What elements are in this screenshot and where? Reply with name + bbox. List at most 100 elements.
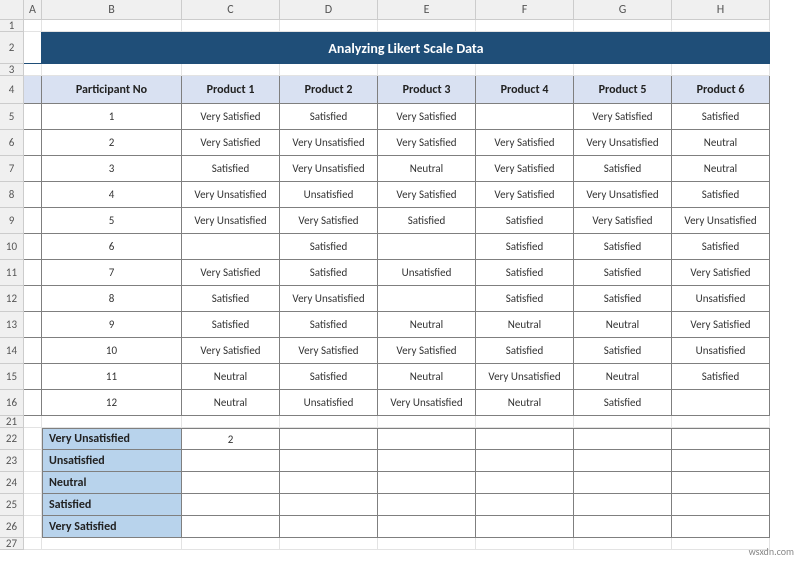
row-header-5[interactable]: 5: [0, 104, 24, 130]
summary-label[interactable]: Neutral: [42, 472, 182, 494]
column-header-H[interactable]: H: [672, 0, 770, 20]
table-cell[interactable]: Very Unsatisfied: [280, 286, 378, 312]
row-header-2[interactable]: 2: [0, 32, 24, 64]
column-header-A[interactable]: A: [24, 0, 42, 20]
table-cell[interactable]: Very Satisfied: [378, 338, 476, 364]
cell[interactable]: [24, 234, 42, 260]
column-header-F[interactable]: F: [476, 0, 574, 20]
cell[interactable]: [24, 364, 42, 390]
cell[interactable]: [378, 416, 476, 428]
row-header-24[interactable]: 24: [0, 472, 24, 494]
cell[interactable]: [24, 182, 42, 208]
table-cell[interactable]: Neutral: [378, 364, 476, 390]
cell[interactable]: [42, 416, 182, 428]
row-header-3[interactable]: 3: [0, 64, 24, 76]
cell[interactable]: [24, 156, 42, 182]
summary-value[interactable]: [574, 516, 672, 538]
table-header[interactable]: Product 2: [280, 76, 378, 104]
column-header-G[interactable]: G: [574, 0, 672, 20]
select-all-corner[interactable]: [0, 0, 24, 20]
table-cell[interactable]: [182, 234, 280, 260]
summary-value[interactable]: [280, 494, 378, 516]
table-cell[interactable]: Neutral: [378, 156, 476, 182]
summary-value[interactable]: [672, 428, 770, 450]
cell[interactable]: [476, 64, 574, 76]
table-cell[interactable]: Unsatisfied: [672, 338, 770, 364]
table-cell[interactable]: Very Satisfied: [378, 130, 476, 156]
row-header-11[interactable]: 11: [0, 260, 24, 286]
table-cell[interactable]: Very Satisfied: [378, 104, 476, 130]
summary-value[interactable]: [378, 450, 476, 472]
cell[interactable]: [24, 64, 42, 76]
row-header-21[interactable]: 21: [0, 416, 24, 428]
table-cell[interactable]: 9: [42, 312, 182, 338]
table-cell[interactable]: Very Unsatisfied: [378, 390, 476, 416]
table-cell[interactable]: Satisfied: [574, 234, 672, 260]
summary-value[interactable]: 2: [182, 428, 280, 450]
table-cell[interactable]: Neutral: [378, 312, 476, 338]
table-cell[interactable]: Neutral: [182, 390, 280, 416]
table-cell[interactable]: Satisfied: [280, 364, 378, 390]
row-header-9[interactable]: 9: [0, 208, 24, 234]
table-header[interactable]: Participant No: [42, 76, 182, 104]
table-cell[interactable]: Neutral: [574, 312, 672, 338]
table-cell[interactable]: Very Satisfied: [476, 130, 574, 156]
cell[interactable]: [182, 538, 280, 550]
summary-value[interactable]: [574, 450, 672, 472]
table-cell[interactable]: Satisfied: [476, 234, 574, 260]
table-cell[interactable]: Very Satisfied: [280, 208, 378, 234]
table-cell[interactable]: Neutral: [574, 364, 672, 390]
summary-value[interactable]: [378, 428, 476, 450]
summary-value[interactable]: [476, 428, 574, 450]
table-cell[interactable]: [476, 104, 574, 130]
cell[interactable]: [24, 428, 42, 450]
table-cell[interactable]: Very Satisfied: [476, 182, 574, 208]
cell[interactable]: [280, 64, 378, 76]
row-header-27[interactable]: 27: [0, 538, 24, 550]
row-header-16[interactable]: 16: [0, 390, 24, 416]
column-header-E[interactable]: E: [378, 0, 476, 20]
table-cell[interactable]: Very Satisfied: [672, 312, 770, 338]
table-cell[interactable]: Satisfied: [574, 338, 672, 364]
table-cell[interactable]: Neutral: [672, 130, 770, 156]
cell[interactable]: [24, 104, 42, 130]
row-header-7[interactable]: 7: [0, 156, 24, 182]
table-cell[interactable]: Very Satisfied: [182, 338, 280, 364]
cell[interactable]: [24, 450, 42, 472]
table-cell[interactable]: Unsatisfied: [672, 286, 770, 312]
row-header-8[interactable]: 8: [0, 182, 24, 208]
cell[interactable]: [24, 516, 42, 538]
row-header-10[interactable]: 10: [0, 234, 24, 260]
summary-value[interactable]: [476, 472, 574, 494]
row-header-26[interactable]: 26: [0, 516, 24, 538]
summary-value[interactable]: [182, 494, 280, 516]
table-cell[interactable]: Satisfied: [378, 208, 476, 234]
cell[interactable]: [280, 20, 378, 32]
summary-value[interactable]: [280, 428, 378, 450]
summary-value[interactable]: [280, 450, 378, 472]
table-cell[interactable]: Very Satisfied: [378, 182, 476, 208]
cell[interactable]: [24, 32, 42, 64]
table-cell[interactable]: Satisfied: [672, 364, 770, 390]
summary-value[interactable]: [574, 428, 672, 450]
cell[interactable]: [24, 390, 42, 416]
table-cell[interactable]: Very Satisfied: [672, 260, 770, 286]
cell[interactable]: [42, 64, 182, 76]
page-title[interactable]: Analyzing Likert Scale Data: [42, 32, 770, 64]
table-cell[interactable]: Satisfied: [574, 390, 672, 416]
table-cell[interactable]: Very Unsatisfied: [182, 182, 280, 208]
cell[interactable]: [24, 286, 42, 312]
summary-value[interactable]: [378, 472, 476, 494]
cell[interactable]: [24, 538, 42, 550]
summary-value[interactable]: [378, 494, 476, 516]
cell[interactable]: [182, 416, 280, 428]
table-cell[interactable]: Very Satisfied: [182, 260, 280, 286]
summary-value[interactable]: [574, 494, 672, 516]
cell[interactable]: [476, 416, 574, 428]
row-header-15[interactable]: 15: [0, 364, 24, 390]
cell[interactable]: [672, 416, 770, 428]
cell[interactable]: [280, 538, 378, 550]
table-cell[interactable]: 4: [42, 182, 182, 208]
table-cell[interactable]: Very Satisfied: [182, 104, 280, 130]
table-cell[interactable]: Very Unsatisfied: [574, 182, 672, 208]
